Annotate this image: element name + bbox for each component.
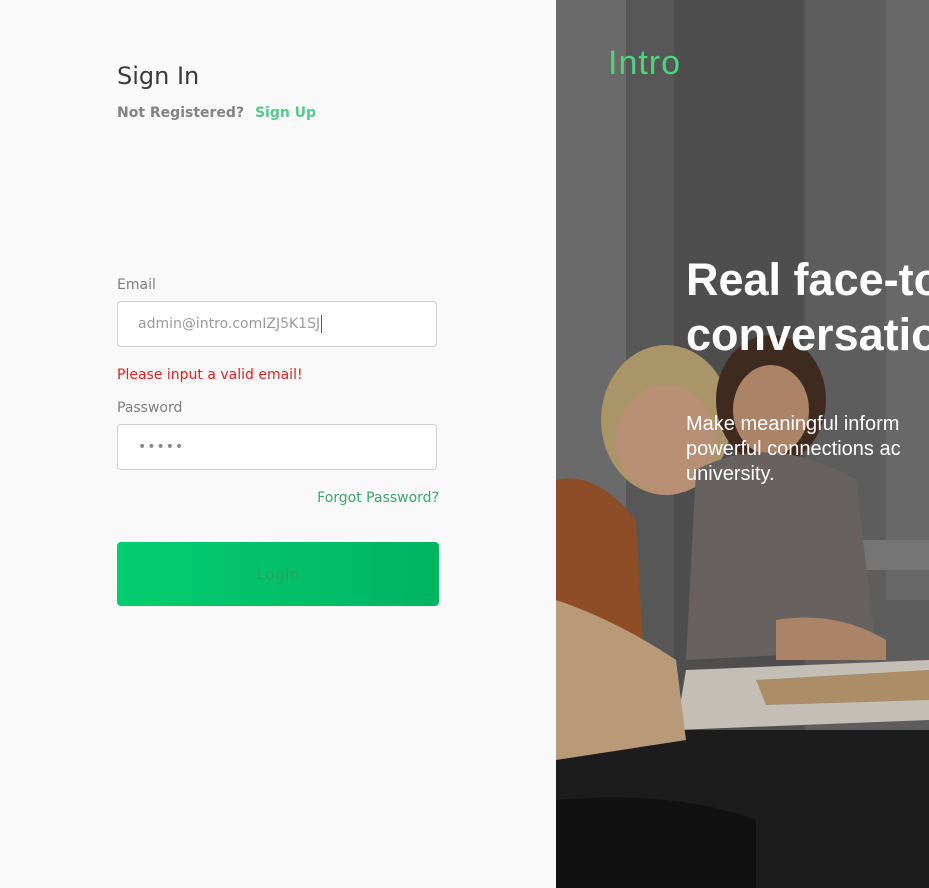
headline-line-1: Real face-to	[686, 254, 929, 305]
password-field[interactable]: •••••	[117, 424, 437, 470]
subtext-line-3: university.	[686, 463, 775, 485]
page-title: Sign In	[117, 62, 200, 90]
password-label: Password	[117, 400, 183, 416]
email-value: admin@intro.comIZJ5K1SJ	[138, 316, 321, 332]
hero-headline: Real face-to conversatio	[686, 252, 929, 362]
login-page: Sign In Not Registered? Sign Up Email ad…	[0, 0, 929, 888]
login-button[interactable]: Login	[117, 542, 439, 606]
hero-panel: Intro Real face-to conversatio Make mean…	[556, 0, 929, 888]
password-value: •••••	[138, 439, 185, 455]
subtext-line-1: Make meaningful inform	[686, 413, 900, 435]
intro-logo: Intro	[608, 44, 682, 82]
email-field[interactable]: admin@intro.comIZJ5K1SJ	[117, 301, 437, 347]
not-registered-text: Not Registered?	[117, 105, 245, 121]
email-label: Email	[117, 277, 156, 293]
sign-up-link[interactable]: Sign Up	[255, 105, 316, 121]
text-caret	[321, 315, 323, 333]
signup-prompt: Not Registered? Sign Up	[117, 105, 316, 121]
email-error-message: Please input a valid email!	[117, 367, 303, 383]
forgot-password-link[interactable]: Forgot Password?	[317, 490, 439, 506]
hero-subtext: Make meaningful inform powerful connecti…	[686, 412, 929, 487]
signin-panel: Sign In Not Registered? Sign Up Email ad…	[0, 0, 556, 888]
headline-line-2: conversatio	[686, 309, 929, 360]
subtext-line-2: powerful connections ac	[686, 438, 901, 460]
